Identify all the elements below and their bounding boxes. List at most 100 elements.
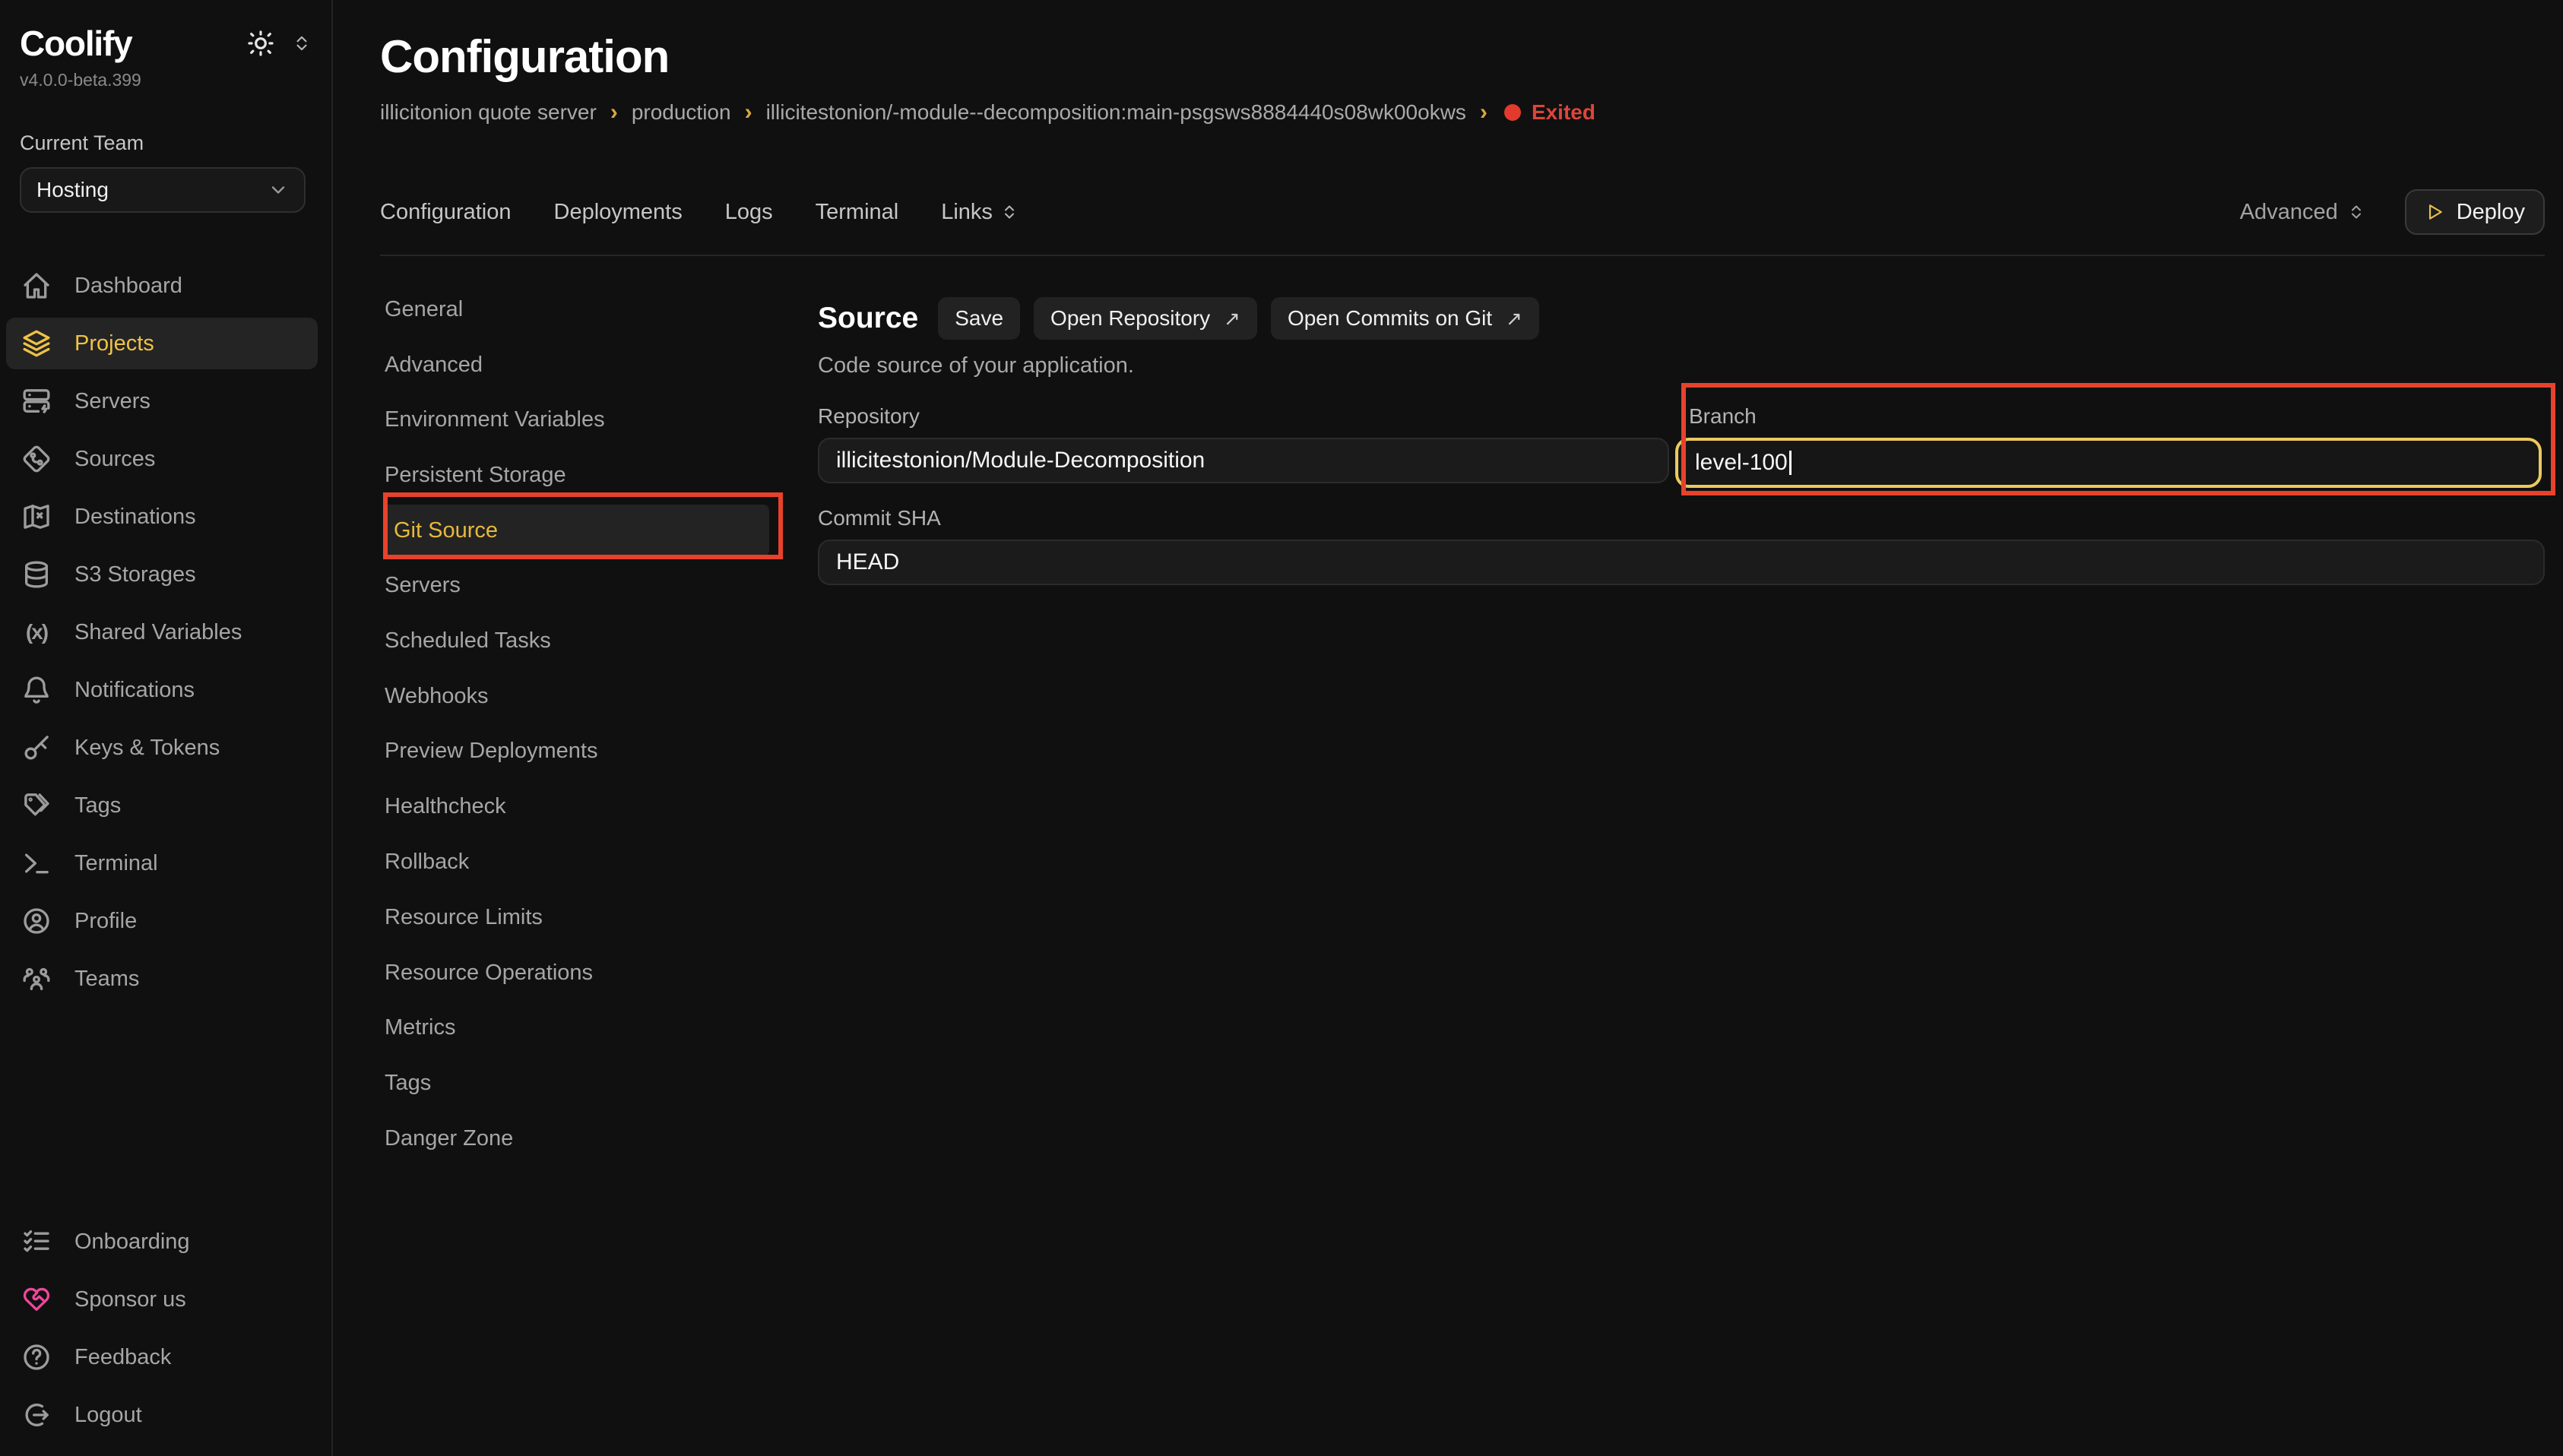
branch-value: level-100	[1695, 450, 1788, 476]
subnav-item-advanced[interactable]: Advanced	[380, 337, 784, 393]
subnav-item-servers[interactable]: Servers	[380, 558, 784, 613]
repository-value: illicitestonion/Module-Decomposition	[836, 448, 1205, 473]
theme-toggle-sun-icon[interactable]	[246, 29, 275, 58]
branch-input[interactable]: level-100	[1675, 438, 2542, 488]
heart-icon	[21, 1284, 52, 1315]
user-icon	[21, 906, 52, 936]
tab-terminal[interactable]: Terminal	[816, 200, 899, 225]
sidebar-item-shared-variables[interactable]: (x) Shared Variables	[0, 603, 331, 661]
coolify-app: Coolify v4.0.0-beta.399 Current Team Hos…	[0, 0, 2563, 1456]
sidebar-item-s3-storages[interactable]: S3 Storages	[0, 546, 331, 603]
sidebar-item-label: Dashboard	[74, 274, 182, 299]
subnav-item-scheduled-tasks[interactable]: Scheduled Tasks	[380, 613, 784, 669]
subnav-item-webhooks[interactable]: Webhooks	[380, 669, 784, 724]
sidebar-item-label: Onboarding	[74, 1230, 190, 1255]
tab-logs[interactable]: Logs	[725, 200, 773, 225]
save-button[interactable]: Save	[938, 297, 1020, 340]
database-icon	[21, 559, 52, 590]
tab-links[interactable]: Links	[941, 200, 1019, 225]
subnav-item-general[interactable]: General	[380, 282, 784, 337]
app-version: v4.0.0-beta.399	[0, 64, 331, 90]
subnav-item-resource-limits[interactable]: Resource Limits	[380, 890, 784, 945]
subnav-item-environment-variables[interactable]: Environment Variables	[380, 393, 784, 448]
home-icon	[21, 271, 52, 301]
sidebar-item-label: Sources	[74, 447, 155, 472]
external-link-icon: ↗	[1506, 307, 1522, 331]
chevron-down-icon	[268, 179, 289, 201]
team-icon	[21, 964, 52, 994]
sidebar-item-label: Projects	[74, 331, 154, 356]
branch-label: Branch	[1672, 404, 2545, 429]
commit-sha-input[interactable]: HEAD	[818, 540, 2545, 585]
help-icon	[21, 1342, 52, 1372]
sidebar-item-logout[interactable]: Logout	[0, 1386, 331, 1444]
sidebar-item-onboarding[interactable]: Onboarding	[0, 1213, 331, 1271]
breadcrumb-project[interactable]: illicitonion quote server	[380, 100, 597, 125]
sidebar-item-teams[interactable]: Teams	[0, 950, 331, 1008]
server-icon	[21, 386, 52, 416]
chevron-right-icon: ›	[1480, 100, 1487, 125]
breadcrumb-application[interactable]: illicitestonion/-module--decomposition:m…	[766, 100, 1466, 125]
sidebar-item-sponsor-us[interactable]: Sponsor us	[0, 1271, 331, 1328]
git-source-panel: Source Save Open Repository ↗ Open Commi…	[818, 256, 2545, 1166]
sidebar-item-tags[interactable]: Tags	[0, 777, 331, 834]
team-select-value: Hosting	[36, 178, 109, 202]
subnav-item-healthcheck[interactable]: Healthcheck	[380, 779, 784, 834]
breadcrumb-environment[interactable]: production	[632, 100, 731, 125]
sidebar-item-label: Tags	[74, 793, 121, 818]
status-badge: Exited	[1532, 100, 1595, 125]
logout-icon	[21, 1400, 52, 1430]
subnav-item-resource-operations[interactable]: Resource Operations	[380, 945, 784, 1001]
sidebar-item-profile[interactable]: Profile	[0, 892, 331, 950]
sidebar-item-label: Logout	[74, 1403, 142, 1428]
external-link-icon: ↗	[1224, 307, 1240, 331]
deploy-label: Deploy	[2457, 200, 2525, 225]
sidebar-item-feedback[interactable]: Feedback	[0, 1328, 331, 1386]
subnav-item-preview-deployments[interactable]: Preview Deployments	[380, 724, 784, 780]
sidebar-item-label: Terminal	[74, 851, 158, 876]
open-repository-button[interactable]: Open Repository ↗	[1034, 297, 1257, 340]
chevrons-up-down-icon	[1000, 201, 1019, 223]
checklist-icon	[21, 1227, 52, 1257]
deploy-button[interactable]: Deploy	[2405, 189, 2545, 235]
sidebar-item-notifications[interactable]: Notifications	[0, 661, 331, 719]
advanced-dropdown[interactable]: Advanced	[2240, 200, 2365, 225]
theme-selector-chevrons-icon[interactable]	[292, 32, 312, 55]
tags-icon	[21, 790, 52, 821]
chevron-right-icon: ›	[610, 100, 618, 125]
sidebar-item-keys-tokens[interactable]: Keys & Tokens	[0, 719, 331, 777]
advanced-label: Advanced	[2240, 200, 2338, 225]
subnav-item-rollback[interactable]: Rollback	[380, 834, 784, 890]
subnav-item-danger-zone[interactable]: Danger Zone	[380, 1111, 784, 1166]
subnav-item-git-source[interactable]: Git Source	[383, 505, 769, 556]
chevron-right-icon: ›	[745, 100, 752, 125]
sidebar-item-label: Shared Variables	[74, 620, 242, 645]
sidebar-item-label: Sponsor us	[74, 1287, 186, 1312]
sidebar-item-label: Servers	[74, 389, 150, 414]
commit-sha-label: Commit SHA	[818, 506, 2545, 530]
sidebar: Coolify v4.0.0-beta.399 Current Team Hos…	[0, 0, 333, 1456]
tab-configuration[interactable]: Configuration	[380, 200, 512, 225]
team-select[interactable]: Hosting	[20, 167, 306, 213]
subnav-item-persistent-storage[interactable]: Persistent Storage	[380, 448, 784, 503]
open-commits-button[interactable]: Open Commits on Git ↗	[1271, 297, 1539, 340]
main-area: Configuration illicitonion quote server …	[333, 0, 2563, 1456]
sidebar-item-dashboard[interactable]: Dashboard	[0, 257, 331, 315]
sidebar-item-sources[interactable]: Sources	[0, 430, 331, 488]
repository-label: Repository	[818, 404, 1669, 429]
subnav-item-metrics[interactable]: Metrics	[380, 1001, 784, 1056]
sidebar-item-projects[interactable]: Projects	[6, 318, 318, 369]
current-team-label: Current Team	[20, 131, 312, 155]
sidebar-item-destinations[interactable]: Destinations	[0, 488, 331, 546]
breadcrumb: illicitonion quote server › production ›…	[380, 100, 2545, 125]
sidebar-item-servers[interactable]: Servers	[0, 372, 331, 430]
subnav-item-tags[interactable]: Tags	[380, 1056, 784, 1111]
tab-links-label: Links	[941, 200, 993, 225]
tabs-row: Configuration Deployments Logs Terminal …	[380, 189, 2545, 256]
sidebar-item-label: S3 Storages	[74, 562, 196, 587]
tab-deployments[interactable]: Deployments	[554, 200, 683, 225]
repository-input[interactable]: illicitestonion/Module-Decomposition	[818, 438, 1669, 483]
sidebar-item-terminal[interactable]: Terminal	[0, 834, 331, 892]
sidebar-item-label: Keys & Tokens	[74, 736, 220, 761]
key-icon	[21, 733, 52, 763]
